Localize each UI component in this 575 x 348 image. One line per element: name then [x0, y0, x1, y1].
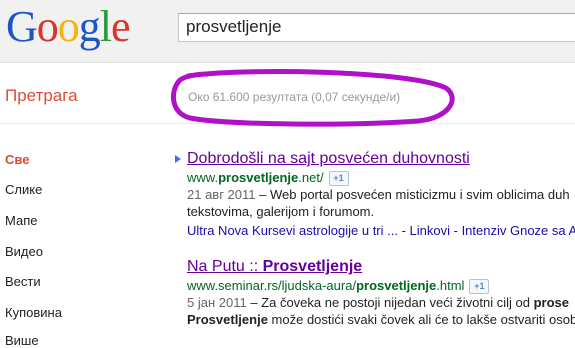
url-part: .net/ — [298, 170, 324, 185]
sitelink[interactable]: Intenziv Gnoze sa A — [462, 223, 575, 238]
snippet-text: – Za čoveka ne postoji nijedan veći živo… — [246, 295, 534, 310]
snippet-text: tekstovima, galerijom i forumom. — [187, 204, 375, 219]
annotation-ellipse — [170, 69, 455, 127]
result-date: 21 авг 2011 — [187, 187, 256, 202]
logo-letter: G — [6, 2, 38, 51]
url-part: .html — [436, 278, 465, 293]
sitelink-separator: - — [397, 223, 410, 238]
result-snippet: 21 авг 2011 – Web portal posvećen mistic… — [187, 187, 575, 203]
result-url: www.seminar.rs/ljudska-aura/prosvetljenj… — [187, 278, 575, 294]
google-plus-one-icon[interactable]: +1 — [328, 171, 349, 186]
result-url: www.prosvetljenje.net/ +1 — [187, 170, 575, 186]
sidebar-item-shopping[interactable]: Куповина — [5, 305, 62, 320]
section-title: Претрага — [5, 86, 78, 105]
result-arrow-icon — [175, 155, 181, 163]
result-date: 5 јан 2011 — [187, 295, 247, 310]
url-bold: prosvetljenje — [218, 170, 299, 185]
logo-letter: l — [99, 2, 112, 51]
logo-letter: g — [78, 2, 101, 51]
sidebar-item-images[interactable]: Слике — [5, 182, 42, 197]
sitelink[interactable]: Ultra Nova Kursevi astrologije u tri ... — [187, 223, 398, 238]
result-snippet: Prosvetljenje može dostići svaki čovek a… — [187, 312, 575, 328]
sidebar-item-maps[interactable]: Мапе — [5, 213, 37, 228]
title-part: Na Putu :: — [187, 258, 263, 275]
snippet-bold: prose — [533, 295, 570, 310]
logo-letter: o — [57, 2, 80, 51]
result-snippet: 5 јан 2011 – Za čoveka ne postoji nijeda… — [187, 295, 575, 311]
logo-letter: o — [36, 2, 59, 51]
result-snippet: tekstovima, galerijom i forumom. — [187, 204, 575, 220]
sidebar-item-all[interactable]: Све — [5, 152, 29, 167]
url-part: www. — [187, 170, 219, 185]
result-sitelinks: Ultra Nova Kursevi astrologije u tri ...… — [187, 223, 575, 238]
search-box[interactable] — [178, 13, 575, 42]
snippet-text: može dostići svaki čovek ali će to lakše… — [267, 312, 575, 327]
sitelink[interactable]: Linkovi — [410, 223, 450, 238]
url-bold: prosvetljenje — [356, 278, 437, 293]
title-bold: Prosvetljenje — [262, 258, 363, 275]
search-input[interactable] — [186, 17, 575, 37]
result-title-link[interactable]: Dobrodošli na sajt posvećen duhovnosti — [187, 150, 575, 168]
sidebar-item-video[interactable]: Видео — [5, 244, 43, 259]
snippet-bold: Prosvetljenje — [187, 312, 268, 327]
google-logo[interactable]: Google — [6, 2, 131, 51]
google-plus-one-icon[interactable]: +1 — [469, 279, 490, 294]
result-title-link[interactable]: Na Putu :: Prosvetljenje — [187, 258, 575, 276]
search-result: Na Putu :: Prosvetljenje www.seminar.rs/… — [187, 258, 575, 328]
sitelink-separator: - — [450, 223, 462, 238]
logo-letter: e — [111, 2, 131, 51]
search-result: Dobrodošli na sajt posvećen duhovnosti w… — [187, 150, 575, 238]
snippet-text: – Web portal posvećen misticizmu i svim … — [255, 187, 570, 202]
url-part: www.seminar.rs/ljudska-aura/ — [187, 278, 357, 293]
top-bar: Google — [0, 0, 575, 63]
sidebar-item-news[interactable]: Вести — [5, 274, 41, 289]
